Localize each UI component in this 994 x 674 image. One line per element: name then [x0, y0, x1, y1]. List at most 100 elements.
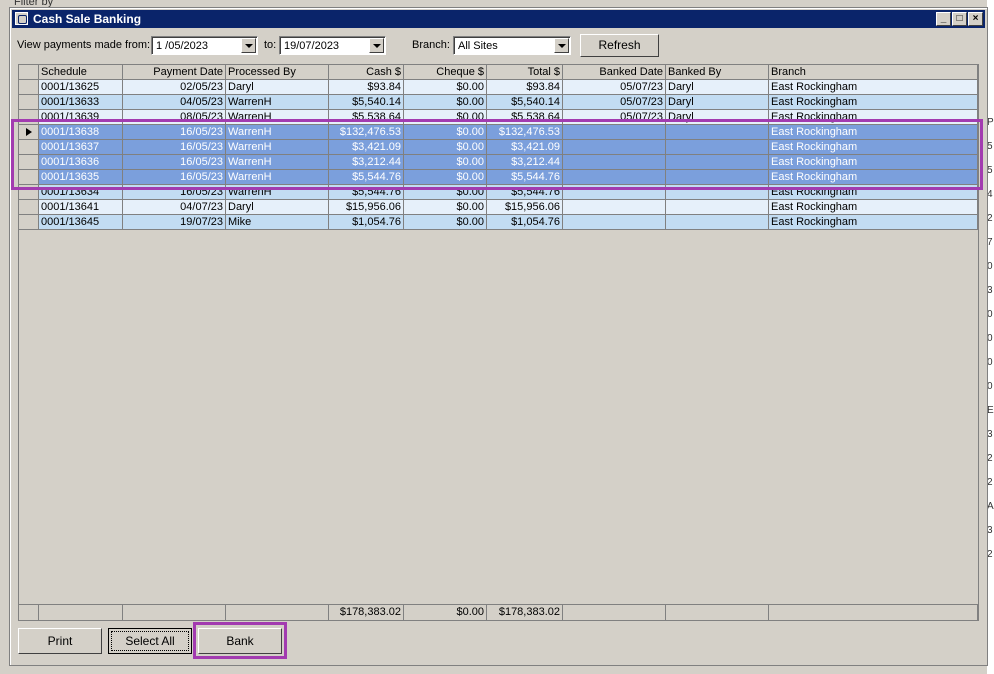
cell-cheque: $0.00 [404, 155, 487, 170]
cell-cash: $5,540.14 [329, 95, 404, 110]
to-date-value: 19/07/2023 [284, 40, 340, 52]
maximize-icon[interactable]: □ [952, 12, 967, 26]
cell-banked-by: Daryl [666, 80, 769, 95]
background-window-edge: P55427030000E322A32 [987, 0, 994, 674]
totals-total: $178,383.02 [487, 605, 563, 620]
totals-empty [563, 605, 666, 620]
table-row[interactable]: 0001/13633 04/05/23 WarrenH $5,540.14 $0.00 $… [19, 95, 978, 110]
totals-empty [769, 605, 978, 620]
cell-total: $132,476.53 [487, 125, 563, 140]
to-date-combo[interactable]: 19/07/2023 [279, 36, 386, 55]
select-all-button[interactable]: Select All [108, 628, 192, 654]
cell-banked-date [563, 185, 666, 200]
row-indicator[interactable] [19, 200, 39, 215]
cell-payment-date: 16/05/23 [123, 185, 226, 200]
chevron-down-icon[interactable] [241, 38, 256, 53]
header-cash[interactable]: Cash $ [329, 65, 404, 80]
cash-sale-banking-window: Cash Sale Banking _ □ × View payments ma… [9, 7, 988, 666]
table-row[interactable]: 0001/13636 16/05/23 WarrenH $3,212.44 $0.00 $… [19, 155, 978, 170]
cell-cash: $132,476.53 [329, 125, 404, 140]
minimize-icon[interactable]: _ [936, 12, 951, 26]
from-date-value: 1 /05/2023 [156, 40, 208, 52]
cell-processed-by: WarrenH [226, 155, 329, 170]
header-banked-date[interactable]: Banked Date [563, 65, 666, 80]
cell-schedule: 0001/13633 [39, 95, 123, 110]
row-indicator[interactable] [19, 140, 39, 155]
cell-cheque: $0.00 [404, 110, 487, 125]
cell-processed-by: WarrenH [226, 110, 329, 125]
table-row[interactable]: 0001/13639 08/05/23 WarrenH $5,538.64 $0.00 $… [19, 110, 978, 125]
cell-cheque: $0.00 [404, 125, 487, 140]
header-total[interactable]: Total $ [487, 65, 563, 80]
cell-cheque: $0.00 [404, 185, 487, 200]
totals-empty [226, 605, 329, 620]
cell-payment-date: 04/05/23 [123, 95, 226, 110]
cell-branch: East Rockingham [769, 80, 978, 95]
table-row[interactable]: 0001/13641 04/07/23 Daryl $15,956.06 $0.00 $1… [19, 200, 978, 215]
header-payment-date[interactable]: Payment Date [123, 65, 226, 80]
totals-empty [666, 605, 769, 620]
refresh-button[interactable]: Refresh [580, 34, 659, 57]
header-corner [19, 65, 39, 80]
row-indicator[interactable] [19, 170, 39, 185]
cell-total: $5,538.64 [487, 110, 563, 125]
cell-total: $3,212.44 [487, 155, 563, 170]
table-row[interactable]: 0001/13634 16/05/23 WarrenH $5,544.76 $0.00 $… [19, 185, 978, 200]
cell-branch: East Rockingham [769, 200, 978, 215]
table-row[interactable]: 0001/13638 16/05/23 WarrenH $132,476.53 $0.0… [19, 125, 978, 140]
header-processed-by[interactable]: Processed By [226, 65, 329, 80]
row-indicator[interactable] [19, 125, 39, 140]
payments-grid[interactable]: Schedule Payment Date Processed By Cash … [18, 64, 979, 621]
row-indicator[interactable] [19, 185, 39, 200]
totals-cheque: $0.00 [404, 605, 487, 620]
row-indicator[interactable] [19, 155, 39, 170]
window-title: Cash Sale Banking [33, 12, 142, 26]
header-branch[interactable]: Branch [769, 65, 978, 80]
cell-banked-by [666, 140, 769, 155]
header-cheque[interactable]: Cheque $ [404, 65, 487, 80]
print-button[interactable]: Print [18, 628, 102, 654]
cell-banked-date [563, 170, 666, 185]
cell-banked-date [563, 200, 666, 215]
cell-processed-by: Daryl [226, 200, 329, 215]
totals-empty [123, 605, 226, 620]
table-row[interactable]: 0001/13645 19/07/23 Mike $1,054.76 $0.00 $1,0… [19, 215, 978, 230]
cell-payment-date: 04/07/23 [123, 200, 226, 215]
cell-banked-by: Daryl [666, 95, 769, 110]
table-row[interactable]: 0001/13635 16/05/23 WarrenH $5,544.76 $0.00 $… [19, 170, 978, 185]
cell-banked-date [563, 125, 666, 140]
header-banked-by[interactable]: Banked By [666, 65, 769, 80]
cell-processed-by: Mike [226, 215, 329, 230]
cell-total: $5,544.76 [487, 170, 563, 185]
table-row[interactable]: 0001/13625 02/05/23 Daryl $93.84 $0.00 $93.84… [19, 80, 978, 95]
cell-banked-by: Daryl [666, 110, 769, 125]
row-indicator[interactable] [19, 110, 39, 125]
cell-processed-by: Daryl [226, 80, 329, 95]
header-schedule[interactable]: Schedule [39, 65, 123, 80]
cell-schedule: 0001/13634 [39, 185, 123, 200]
branch-label: Branch: [412, 39, 450, 51]
row-indicator[interactable] [19, 215, 39, 230]
cell-total: $5,540.14 [487, 95, 563, 110]
cell-branch: East Rockingham [769, 170, 978, 185]
row-indicator[interactable] [19, 80, 39, 95]
branch-combo[interactable]: All Sites [453, 36, 571, 55]
from-date-combo[interactable]: 1 /05/2023 [151, 36, 258, 55]
cell-schedule: 0001/13645 [39, 215, 123, 230]
cell-cash: $3,421.09 [329, 140, 404, 155]
from-date-label: View payments made from: [17, 39, 151, 51]
chevron-down-icon[interactable] [369, 38, 384, 53]
cell-cheque: $0.00 [404, 80, 487, 95]
close-icon[interactable]: × [968, 12, 983, 26]
cell-branch: East Rockingham [769, 185, 978, 200]
row-indicator[interactable] [19, 95, 39, 110]
bank-button[interactable]: Bank [198, 628, 282, 654]
cell-banked-date: 05/07/23 [563, 80, 666, 95]
cell-schedule: 0001/13635 [39, 170, 123, 185]
table-row[interactable]: 0001/13637 16/05/23 WarrenH $3,421.09 $0.00 $… [19, 140, 978, 155]
chevron-down-icon[interactable] [554, 38, 569, 53]
title-bar[interactable]: Cash Sale Banking _ □ × [12, 10, 985, 28]
cell-schedule: 0001/13636 [39, 155, 123, 170]
cell-schedule: 0001/13625 [39, 80, 123, 95]
cell-branch: East Rockingham [769, 155, 978, 170]
